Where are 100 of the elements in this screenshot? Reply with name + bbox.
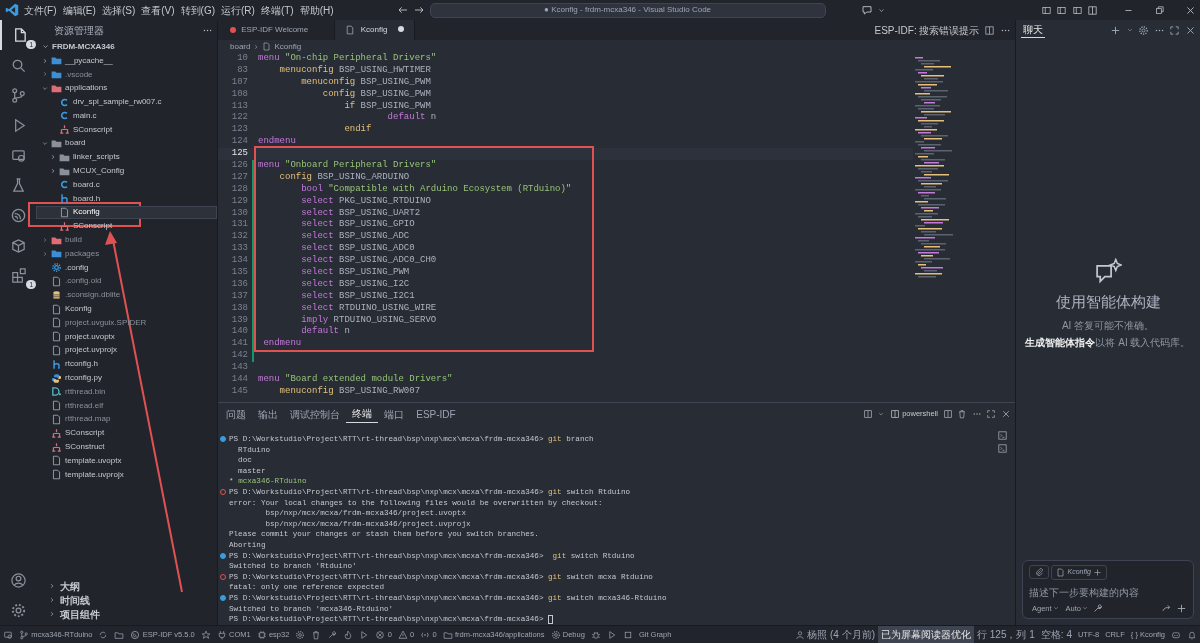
tree-item[interactable]: SConstruct xyxy=(36,440,217,454)
send-icon[interactable] xyxy=(1160,602,1172,614)
section-header[interactable]: 项目组件 xyxy=(36,607,217,621)
bell-icon[interactable] xyxy=(1187,629,1197,640)
tree-item[interactable]: board.h xyxy=(36,191,217,206)
tree-item[interactable]: project.uvoptx xyxy=(36,329,217,344)
breadcrumb-item[interactable]: board xyxy=(230,40,251,53)
layout-icon[interactable] xyxy=(1040,4,1052,16)
menu-item[interactable]: 文件(F) xyxy=(20,2,60,18)
section-header[interactable]: 时间线 xyxy=(36,593,217,607)
split-editor-icon[interactable] xyxy=(984,24,995,36)
flame-icon[interactable] xyxy=(343,629,354,640)
play-icon[interactable] xyxy=(606,629,617,640)
folder-icon[interactable] xyxy=(114,629,125,640)
tree-item[interactable]: main.c xyxy=(36,109,217,123)
section-header[interactable]: 大纲 xyxy=(36,579,217,593)
status-item[interactable]: 已为屏幕阅读器优化 xyxy=(878,625,974,643)
close-icon[interactable] xyxy=(1184,24,1196,36)
tree-item[interactable]: Kconfig xyxy=(36,205,217,220)
status-item[interactable]: 行 125，列 1 xyxy=(974,625,1038,643)
esp-logo-icon[interactable] xyxy=(9,206,27,224)
editor-tab[interactable]: Kconfig xyxy=(335,20,415,40)
terminal-icon[interactable] xyxy=(996,429,1008,441)
panel-tab[interactable]: 输出 xyxy=(252,405,285,423)
tree-item[interactable]: .config.old xyxy=(36,274,217,289)
tree-item[interactable]: template.uvprojx xyxy=(36,467,217,482)
status-item[interactable]: 空格: 4 xyxy=(1037,625,1075,643)
tree-item[interactable]: rtthread.map xyxy=(36,412,217,427)
tools-icon[interactable] xyxy=(1092,602,1104,614)
layout-icon[interactable] xyxy=(1071,4,1083,16)
branch-icon[interactable] xyxy=(9,86,27,104)
close-icon[interactable] xyxy=(1000,409,1011,419)
tree-item[interactable]: rtconfig.h xyxy=(36,357,217,372)
chat-tab[interactable]: 聊天 xyxy=(1020,22,1045,38)
wrench-icon[interactable] xyxy=(327,629,338,640)
chat-input-field[interactable]: 描述下一步要构建的内容 xyxy=(1029,581,1187,603)
menu-item[interactable]: 转到(G) xyxy=(177,2,218,18)
editor-action-label[interactable]: ESP-IDF: 搜索错误提示 xyxy=(874,22,980,38)
layout-icon[interactable] xyxy=(1087,4,1098,16)
panel-tab[interactable]: ESP-IDF xyxy=(410,405,462,423)
tree-item[interactable]: .sconsign.dblite xyxy=(36,288,217,303)
forward-icon[interactable] xyxy=(413,4,426,16)
settings-icon[interactable] xyxy=(9,601,27,619)
tree-item[interactable]: board xyxy=(36,136,217,151)
tree-item[interactable]: .vscode xyxy=(36,67,217,82)
cube-icon[interactable] xyxy=(9,236,27,254)
tree-item[interactable]: project.uvprojx xyxy=(36,343,217,358)
back-icon[interactable] xyxy=(396,4,409,16)
layout-icon[interactable] xyxy=(1056,4,1067,16)
attach-button[interactable] xyxy=(1029,565,1049,580)
tree-item[interactable]: rtconfig.py xyxy=(36,371,217,385)
tree-item[interactable]: SConscript xyxy=(36,122,217,137)
trash-icon[interactable] xyxy=(311,629,322,640)
panel-tab[interactable]: 问题 xyxy=(220,405,253,423)
tree-item[interactable]: rtthread.bin xyxy=(36,384,217,399)
square-icon[interactable] xyxy=(622,629,633,640)
tree-root[interactable]: FRDM-MCXA346 xyxy=(36,40,217,54)
maximize-icon[interactable] xyxy=(1169,24,1180,36)
restore-icon[interactable] xyxy=(1153,4,1165,16)
new-chat-icon[interactable] xyxy=(1110,24,1121,36)
tree-item[interactable]: board.c xyxy=(36,177,217,192)
settings-icon[interactable] xyxy=(1138,24,1149,36)
split-icon[interactable] xyxy=(942,409,953,419)
play-icon[interactable] xyxy=(359,629,370,640)
menu-item[interactable]: 终端(T) xyxy=(257,2,297,18)
panel-tab[interactable]: 终端 xyxy=(346,405,379,423)
menu-item[interactable]: 帮助(H) xyxy=(296,2,337,18)
tree-item[interactable]: drv_spi_sample_rw007.c xyxy=(36,95,217,109)
split-terminal-icon[interactable] xyxy=(862,409,873,419)
tree-item[interactable]: linker_scripts xyxy=(36,150,217,165)
bug-icon[interactable] xyxy=(590,629,601,640)
tree-item[interactable]: SConscript xyxy=(36,426,217,441)
copilot-icon[interactable] xyxy=(1171,629,1181,640)
tree-item[interactable]: build xyxy=(36,233,217,247)
maximize-icon[interactable] xyxy=(986,409,996,419)
tree-item[interactable]: rtthread.elf xyxy=(36,398,217,413)
tree-item[interactable]: template.uvoptx xyxy=(36,453,217,468)
terminal-icon[interactable] xyxy=(996,442,1008,454)
close-icon[interactable] xyxy=(1184,4,1196,16)
menu-item[interactable]: 查看(V) xyxy=(138,2,178,18)
tree-item[interactable]: .config xyxy=(36,260,217,275)
menu-item[interactable]: 选择(S) xyxy=(98,2,139,18)
tree-item[interactable]: SConscript xyxy=(36,219,217,234)
panel-tab[interactable]: 调试控制台 xyxy=(284,405,347,423)
status-item[interactable]: 杨照 (4 个月前) xyxy=(792,625,878,643)
caret-icon[interactable] xyxy=(877,410,886,418)
tree-item[interactable]: Kconfig xyxy=(36,302,217,316)
settings-icon[interactable] xyxy=(295,629,306,640)
monitor-icon[interactable] xyxy=(3,629,13,640)
command-status-icon[interactable] xyxy=(220,436,226,443)
menu-item[interactable]: 运行(R) xyxy=(218,2,258,18)
menu-item[interactable]: 编辑(E) xyxy=(59,2,99,18)
tree-item[interactable]: MCUX_Config xyxy=(36,164,217,178)
tree-item[interactable]: applications xyxy=(36,81,217,96)
account-icon[interactable] xyxy=(9,571,27,589)
chat-icon[interactable] xyxy=(860,4,873,16)
star-icon[interactable] xyxy=(200,629,211,640)
sync-icon[interactable] xyxy=(98,629,109,640)
extensions-icon[interactable] xyxy=(9,266,27,284)
breadcrumb-item[interactable]: Kconfig xyxy=(274,40,302,53)
